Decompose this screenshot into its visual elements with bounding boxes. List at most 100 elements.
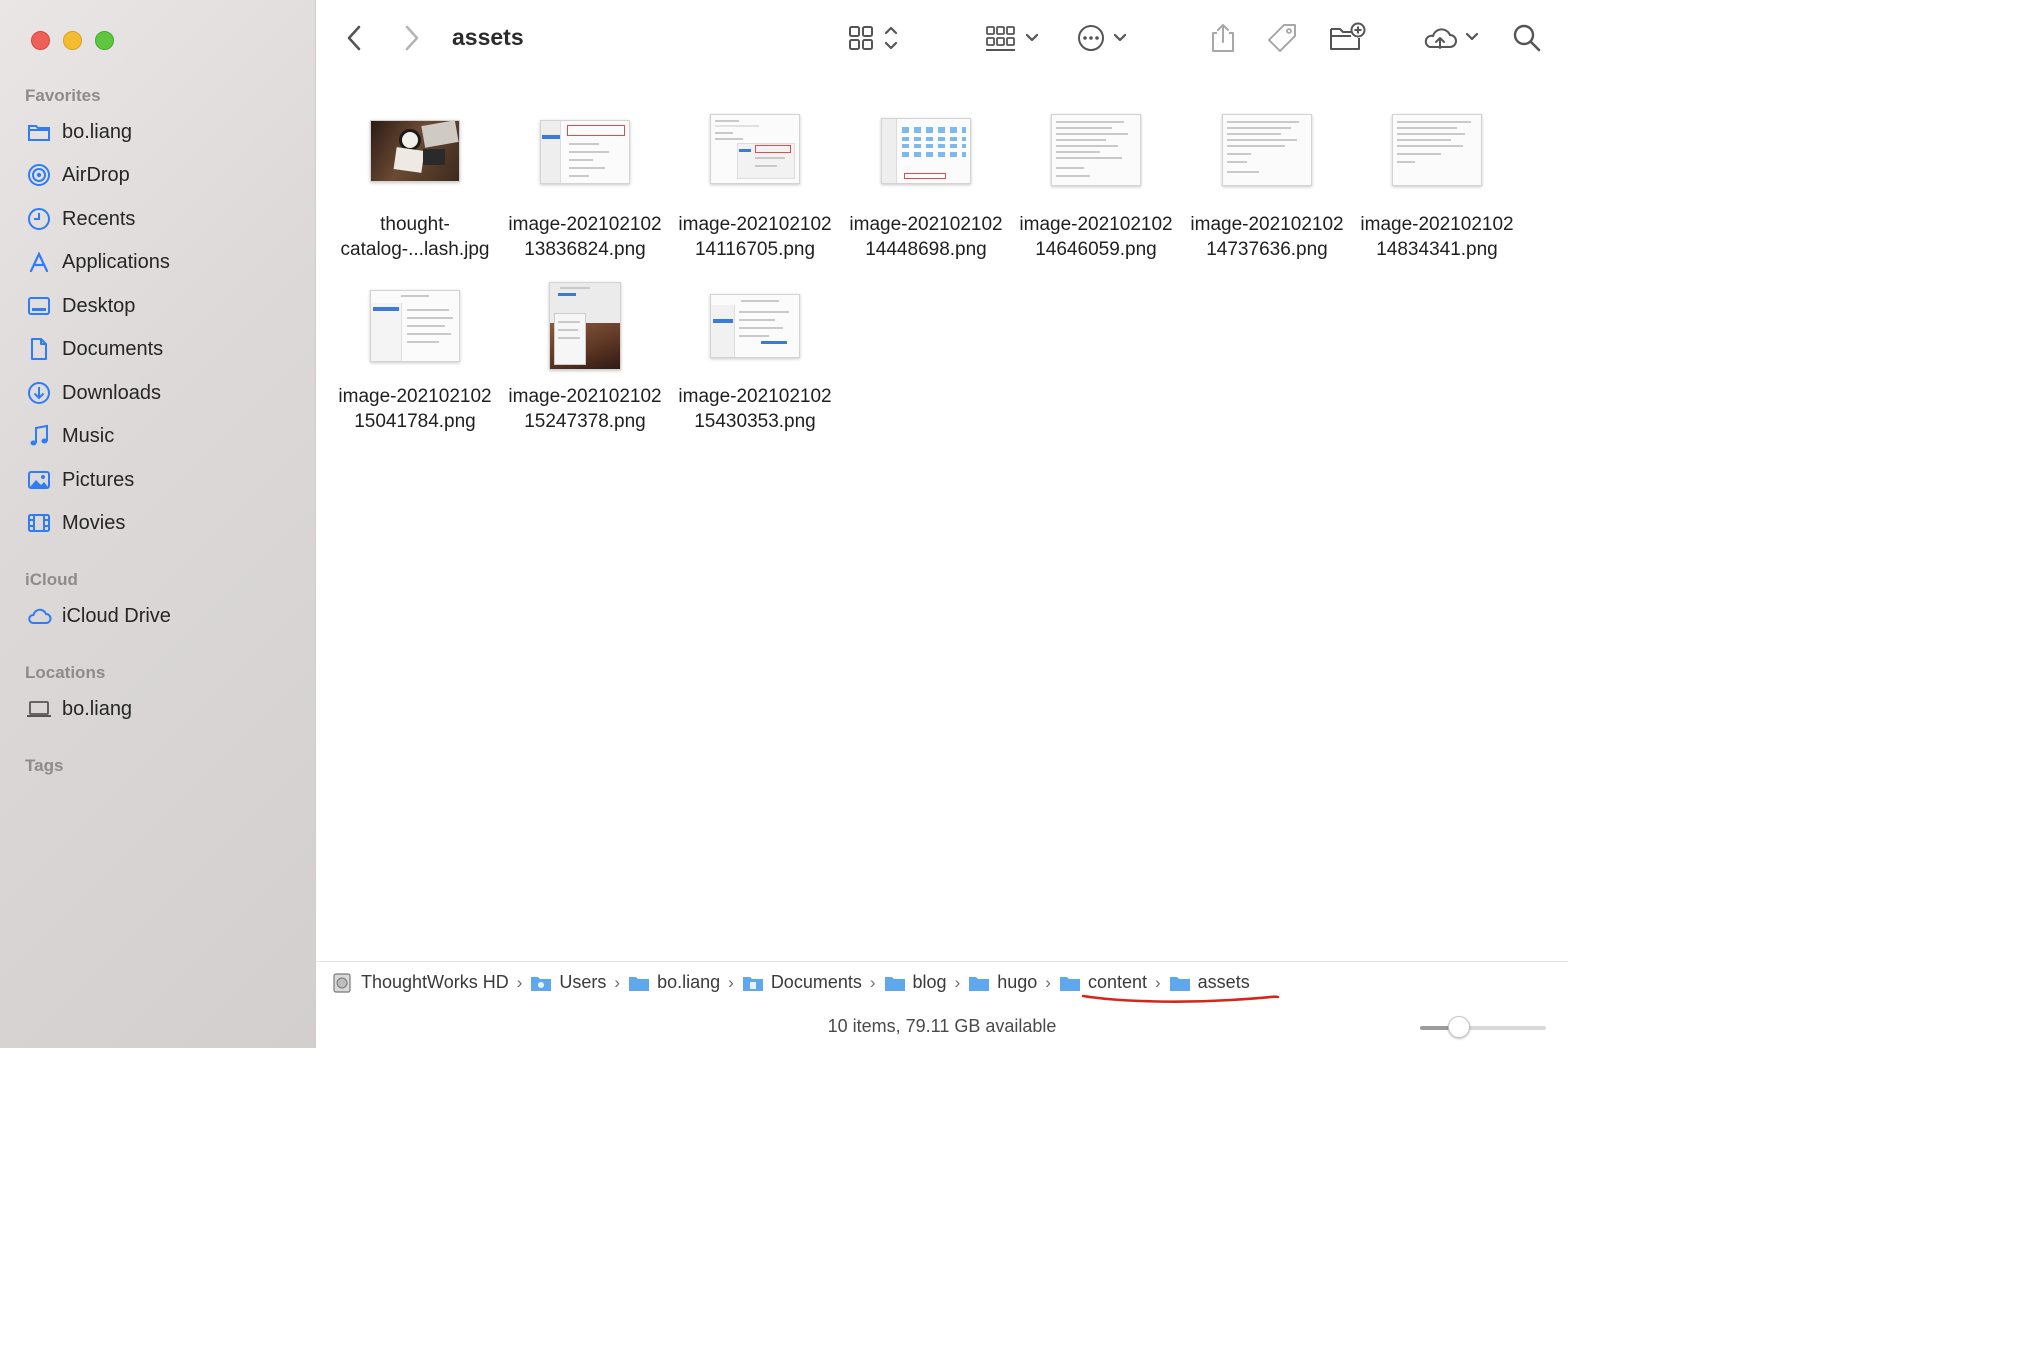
path-label: Users: [559, 972, 607, 992]
search-button[interactable]: [1512, 22, 1542, 58]
path-label: blog: [912, 972, 947, 992]
back-button[interactable]: [344, 22, 366, 58]
documents-folder-icon: [742, 973, 764, 993]
status-text: 10 items, 79.11 GB available: [827, 1016, 1057, 1036]
file-item[interactable]: thought- catalog-...lash.jpg: [330, 114, 500, 274]
zoom-button[interactable]: [95, 31, 114, 50]
icloud-button[interactable]: [1420, 22, 1482, 58]
path-separator: ›: [1045, 972, 1051, 992]
path-item-assets[interactable]: assets: [1169, 972, 1250, 993]
icon-grid-view-icon: [846, 23, 906, 58]
file-thumbnail: [1392, 114, 1482, 186]
file-name-line1: image-202102102: [849, 214, 1003, 235]
path-label: Documents: [770, 972, 862, 992]
file-item[interactable]: image-202102102 15430353.png: [670, 286, 840, 446]
sidebar-item-label: Recents: [62, 207, 136, 230]
breadcrumb: ThoughtWorks HD › Users › bo.liang › Doc…: [332, 972, 1250, 993]
file-thumbnail: [881, 118, 971, 184]
path-label: ThoughtWorks HD: [361, 972, 509, 992]
clock-icon: [26, 206, 52, 232]
film-icon: [26, 510, 52, 536]
sidebar-item-label: Pictures: [62, 468, 135, 491]
group-by-icon: [984, 23, 1044, 58]
file-item[interactable]: image-202102102 14448698.png: [841, 114, 1011, 274]
path-separator: ›: [516, 972, 523, 992]
sidebar-item-airdrop[interactable]: AirDrop: [26, 158, 130, 192]
path-item-hd[interactable]: ThoughtWorks HD: [332, 972, 509, 993]
path-item-content[interactable]: content: [1059, 972, 1147, 993]
close-button[interactable]: [31, 31, 50, 50]
photo-icon: [26, 467, 52, 493]
file-thumbnail: [710, 294, 800, 358]
path-item-hugo[interactable]: hugo: [968, 972, 1037, 993]
file-item[interactable]: image-202102102 14737636.png: [1182, 114, 1352, 274]
file-item[interactable]: image-202102102 14834341.png: [1352, 114, 1522, 274]
file-thumbnail: [710, 114, 800, 184]
icon-size-slider[interactable]: [1420, 1016, 1546, 1038]
file-thumbnail: [540, 120, 630, 184]
sidebar-item-documents[interactable]: Documents: [26, 332, 163, 366]
file-name-line2: 13836824.png: [524, 239, 646, 260]
home-folder-icon: [26, 119, 52, 145]
sidebar-item-label: Downloads: [62, 381, 161, 404]
sidebar-item-label: bo.liang: [62, 697, 133, 720]
view-mode-button[interactable]: [846, 22, 906, 58]
path-item-documents[interactable]: Documents: [742, 972, 862, 993]
file-thumbnail: [370, 120, 460, 182]
file-thumbnail: [370, 290, 460, 362]
file-item[interactable]: image-202102102 14116705.png: [670, 114, 840, 274]
tag-icon: [1266, 22, 1298, 59]
folder-icon: [1059, 973, 1081, 993]
sidebar-section-tags: Tags: [25, 756, 64, 775]
window-controls: [31, 31, 114, 50]
sidebar-item-downloads[interactable]: Downloads: [26, 376, 161, 410]
path-separator: ›: [954, 972, 961, 992]
sidebar-item-label: Movies: [62, 511, 126, 534]
slider-knob[interactable]: [1448, 1016, 1471, 1038]
sidebar-item-icloud-drive[interactable]: iCloud Drive: [26, 599, 171, 633]
search-icon: [1512, 23, 1542, 58]
document-icon: [26, 336, 52, 362]
file-item[interactable]: image-202102102 13836824.png: [500, 114, 670, 274]
sidebar-item-location-bo-liang[interactable]: bo.liang: [26, 692, 132, 726]
new-folder-button[interactable]: [1328, 22, 1366, 58]
file-item[interactable]: image-202102102 15041784.png: [330, 286, 500, 446]
new-folder-icon: [1328, 22, 1366, 59]
sidebar-section-icloud: iCloud: [25, 570, 78, 589]
share-button[interactable]: [1208, 22, 1238, 58]
file-name-line2: 14646059.png: [1035, 239, 1157, 260]
file-name-line1: image-202102102: [508, 214, 662, 235]
sidebar-section-locations: Locations: [25, 663, 106, 682]
file-name-line1: image-202102102: [338, 386, 492, 407]
file-item[interactable]: image-202102102 14646059.png: [1011, 114, 1181, 274]
sidebar-item-label: Music: [62, 424, 115, 447]
path-label: content: [1087, 972, 1147, 992]
tag-button[interactable]: [1266, 22, 1298, 58]
sidebar: Favorites bo.liang AirDrop Recents Appli…: [0, 0, 316, 1048]
file-item[interactable]: image-202102102 15247378.png: [500, 282, 670, 446]
file-name-line1: image-202102102: [1019, 214, 1173, 235]
path-item-bo-liang[interactable]: bo.liang: [628, 972, 720, 993]
path-item-users[interactable]: Users: [530, 972, 606, 993]
file-name-line1: thought-: [380, 214, 450, 235]
toolbar: assets: [316, 0, 1568, 80]
file-grid: thought- catalog-...lash.jpg image-20210…: [316, 80, 1568, 960]
file-name-line2: 14116705.png: [694, 239, 816, 260]
users-folder-icon: [530, 973, 552, 993]
sidebar-item-applications[interactable]: Applications: [26, 245, 170, 279]
sidebar-item-movies[interactable]: Movies: [26, 506, 125, 540]
minimize-button[interactable]: [63, 31, 82, 50]
sidebar-item-pictures[interactable]: Pictures: [26, 463, 134, 497]
sidebar-item-music[interactable]: Music: [26, 419, 114, 453]
sidebar-item-bo-liang[interactable]: bo.liang: [26, 115, 132, 149]
sidebar-item-recents[interactable]: Recents: [26, 202, 135, 236]
home-folder-icon: [628, 973, 650, 993]
status-bar: 10 items, 79.11 GB available: [316, 1006, 1568, 1048]
sidebar-item-label: AirDrop: [62, 163, 130, 186]
sidebar-item-desktop[interactable]: Desktop: [26, 289, 135, 323]
path-item-blog[interactable]: blog: [884, 972, 947, 993]
forward-button[interactable]: [400, 22, 422, 58]
folder-icon: [1169, 973, 1191, 993]
action-menu-button[interactable]: [1074, 22, 1134, 58]
group-by-button[interactable]: [984, 22, 1044, 58]
